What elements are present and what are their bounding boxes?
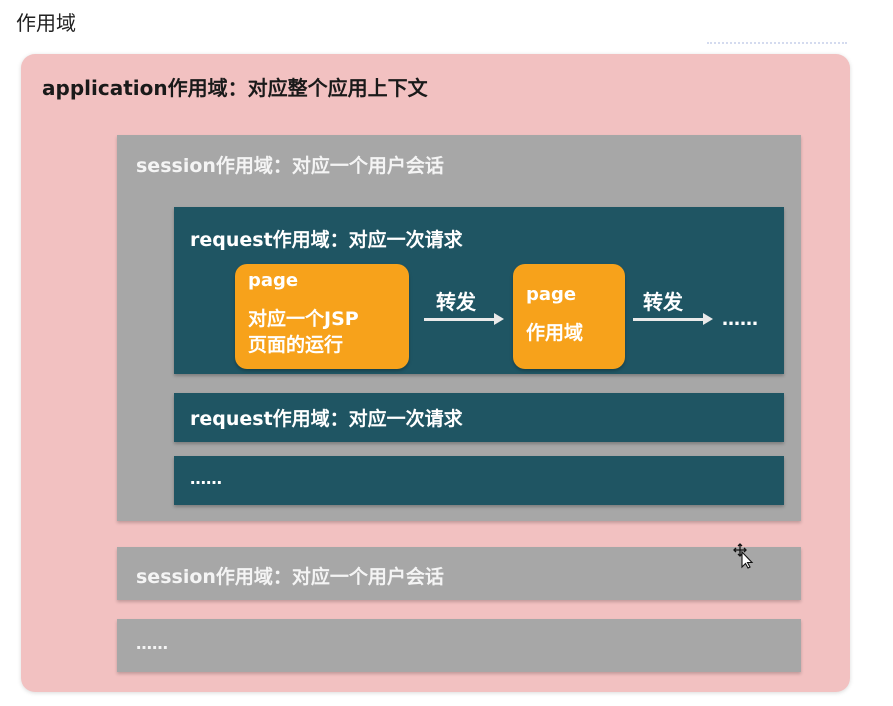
move-cursor-icon <box>733 543 755 573</box>
page-scope-desc-line2: 页面的运行 <box>248 334 344 356</box>
page-scope-desc-line1: 对应一个JSP <box>248 308 359 330</box>
request-scope-title: request作用域：对应一次请求 <box>190 229 463 251</box>
forward-arrow-icon <box>424 313 504 325</box>
session-scope-more-ellipsis: …… <box>136 634 168 653</box>
session-scope-more-box <box>117 619 801 672</box>
request-scope-more-box <box>174 456 784 505</box>
request-scope-title-2: request作用域：对应一次请求 <box>190 408 463 430</box>
page-scope-label: page <box>248 270 299 291</box>
page-scope-label-2: page <box>526 284 577 305</box>
flow-continuation-ellipsis: …… <box>722 309 758 330</box>
session-scope-title: session作用域：对应一个用户会话 <box>136 155 444 177</box>
page-scope-box: page 对应一个JSP 页面的运行 <box>235 264 409 369</box>
page-scope-desc-2: 作用域 <box>526 322 584 344</box>
application-scope-title: application作用域：对应整个应用上下文 <box>42 76 428 100</box>
forward-label-2: 转发 <box>643 290 683 314</box>
section-heading: 作用域 <box>16 11 76 35</box>
forward-label: 转发 <box>436 290 476 314</box>
faded-watermark-decoration <box>707 42 847 51</box>
forward-arrow-icon-2 <box>633 313 713 325</box>
session-scope-title-2: session作用域：对应一个用户会话 <box>136 566 444 588</box>
request-scope-more-ellipsis: …… <box>190 469 222 488</box>
page-scope-box-2: page 作用域 <box>513 264 625 369</box>
